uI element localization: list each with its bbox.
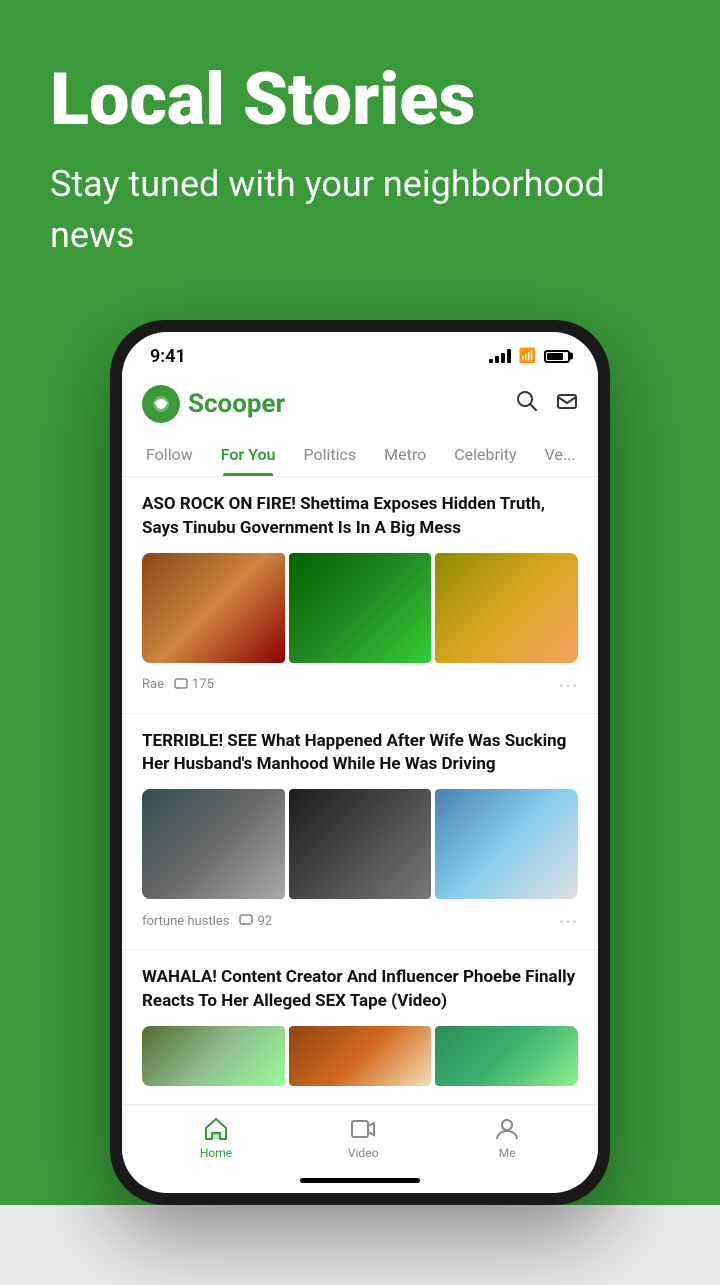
hero-subtitle: Stay tuned with your neighborhood news xyxy=(50,159,670,260)
article-1-img-3 xyxy=(435,553,578,663)
tab-celebrity[interactable]: Celebrity xyxy=(440,433,530,476)
bottom-nav-video-label: Video xyxy=(348,1146,379,1160)
hero-section: Local Stories Stay tuned with your neigh… xyxy=(0,0,720,1205)
article-2-author: fortune hustles xyxy=(142,914,229,929)
article-1-img-2 xyxy=(289,553,432,663)
article-2-img-3 xyxy=(435,789,578,899)
article-1-author: Rae xyxy=(142,677,164,692)
article-2-images xyxy=(142,789,578,899)
comment-icon xyxy=(174,678,188,692)
person-icon xyxy=(494,1116,520,1142)
article-1-title: ASO ROCK ON FIRE! Shettima Exposes Hidde… xyxy=(142,493,578,541)
tab-for-you[interactable]: For You xyxy=(207,433,290,476)
article-1-more[interactable]: ⋯ xyxy=(558,673,578,697)
article-1-images xyxy=(142,553,578,663)
home-icon xyxy=(203,1116,229,1142)
article-1-comment-count: 175 xyxy=(192,677,214,692)
app-name: Scooper xyxy=(188,389,285,419)
tab-follow[interactable]: Follow xyxy=(132,433,207,476)
logo-svg xyxy=(147,390,175,418)
article-2-comments: 92 xyxy=(239,914,272,929)
article-3-img-1 xyxy=(142,1026,285,1086)
bottom-nav-me-label: Me xyxy=(499,1146,516,1160)
bottom-bg xyxy=(0,1205,720,1285)
article-1-img-1 xyxy=(142,553,285,663)
wifi-icon: 📶 xyxy=(519,348,536,364)
article-2-img-2 xyxy=(289,789,432,899)
tab-metro[interactable]: Metro xyxy=(370,433,440,476)
article-3-img-2 xyxy=(289,1026,432,1086)
tab-more[interactable]: Ve... xyxy=(531,433,590,476)
article-2-img-1 xyxy=(142,789,285,899)
article-2[interactable]: TERRIBLE! SEE What Happened After Wife W… xyxy=(122,714,598,951)
article-2-meta: fortune hustles 92 ⋯ xyxy=(142,909,578,933)
battery-icon xyxy=(544,350,570,363)
status-icons: 📶 xyxy=(489,348,570,364)
news-feed: ASO ROCK ON FIRE! Shettima Exposes Hidde… xyxy=(122,477,598,1105)
article-1-meta: Rae 175 ⋯ xyxy=(142,673,578,697)
phone-wrapper: 9:41 📶 xyxy=(110,320,610,1205)
app-header: Scooper xyxy=(122,375,598,433)
bottom-nav-video[interactable]: Video xyxy=(348,1116,379,1160)
article-2-comment-count: 92 xyxy=(257,914,272,929)
bottom-nav-home-label: Home xyxy=(200,1146,232,1160)
video-icon xyxy=(350,1116,376,1142)
article-2-meta-left: fortune hustles 92 xyxy=(142,914,272,929)
header-icons xyxy=(516,390,578,418)
tab-politics[interactable]: Politics xyxy=(289,433,370,476)
home-indicator xyxy=(300,1178,420,1183)
status-bar: 9:41 📶 xyxy=(122,332,598,375)
comment-icon-2 xyxy=(239,914,253,928)
article-1-comments: 175 xyxy=(174,677,214,692)
article-3-title: WAHALA! Content Creator And Influencer P… xyxy=(142,966,578,1014)
logo-area: Scooper xyxy=(142,385,285,423)
article-3-images xyxy=(142,1026,578,1086)
article-2-more[interactable]: ⋯ xyxy=(558,909,578,933)
nav-tabs: Follow For You Politics Metro Celebrity … xyxy=(122,433,598,477)
search-icon[interactable] xyxy=(516,390,538,418)
article-1-meta-left: Rae 175 xyxy=(142,677,214,692)
phone-screen: 9:41 📶 xyxy=(122,332,598,1193)
article-3-img-3 xyxy=(435,1026,578,1086)
bottom-nav-me[interactable]: Me xyxy=(494,1116,520,1160)
app-logo xyxy=(142,385,180,423)
article-3[interactable]: WAHALA! Content Creator And Influencer P… xyxy=(122,950,598,1105)
phone-mockup: 9:41 📶 xyxy=(50,320,670,1205)
article-1[interactable]: ASO ROCK ON FIRE! Shettima Exposes Hidde… xyxy=(122,477,598,714)
mail-icon[interactable] xyxy=(556,390,578,418)
bottom-nav-home[interactable]: Home xyxy=(200,1116,232,1160)
signal-icon xyxy=(489,349,511,363)
hero-title: Local Stories xyxy=(50,60,670,139)
bottom-nav: Home Video xyxy=(122,1105,598,1172)
phone-frame: 9:41 📶 xyxy=(110,320,610,1205)
status-time: 9:41 xyxy=(150,346,186,367)
article-2-title: TERRIBLE! SEE What Happened After Wife W… xyxy=(142,730,578,778)
